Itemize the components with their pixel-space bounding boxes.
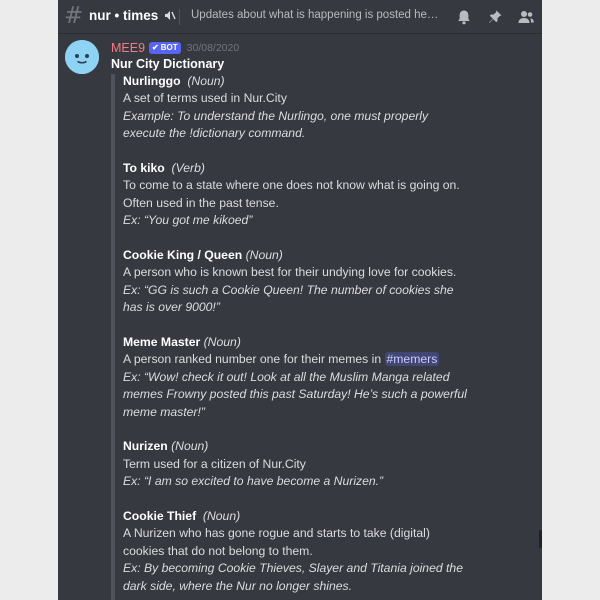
entry-definition: A set of terms used in Nur.City <box>123 91 287 106</box>
entry-definition: A Nurizen who has gone rogue and starts … <box>123 526 430 541</box>
entry-definition: A person who is known best for their und… <box>123 265 457 280</box>
dictionary-entry: Meme Master (Noun) A person ranked numbe… <box>123 334 533 421</box>
header-divider <box>179 9 180 25</box>
channel-topic[interactable]: Updates about what is happening is poste… <box>191 9 442 21</box>
entry-term: Cookie Thief <box>123 509 197 524</box>
entry-example: meme master!” <box>123 404 205 419</box>
entry-pos: (Noun) <box>245 248 283 263</box>
entry-definition: Term used for a citizen of Nur.City <box>123 456 306 471</box>
entry-example: Example: To understand the Nurlingo, one… <box>123 108 429 123</box>
scrollbar-thumb[interactable] <box>539 530 542 548</box>
entry-term: Cookie King / Queen <box>123 248 243 263</box>
entry-term: Nurlinggo <box>123 74 181 88</box>
channel-mention-memers[interactable]: #memers <box>384 352 440 367</box>
message-timestamp: 30/08/2020 <box>186 42 240 54</box>
avatar-icon[interactable] <box>65 40 99 74</box>
entry-pos: (Noun) <box>187 74 225 88</box>
entry-example: Ex: “Wow! check it out! Look at all the … <box>123 369 450 384</box>
check-icon: ✔ <box>152 43 159 52</box>
entry-pos: (Noun) <box>203 335 241 350</box>
channel-name-text: nur • times <box>89 8 159 23</box>
pin-icon[interactable] <box>485 7 505 27</box>
entry-definition: Often used in the past tense. <box>123 195 279 210</box>
embed-title: Nur City Dictionary <box>111 57 225 71</box>
discord-channel-view: # nur • times Updates about what is happ… <box>58 0 542 600</box>
entry-term: To kiko <box>123 161 165 176</box>
entry-term: Nurizen <box>123 439 168 454</box>
entry-example: Ex: “GG is such a Cookie Queen! The numb… <box>123 282 454 297</box>
dictionary-entry: Cookie King / Queen (Noun) A person who … <box>123 247 533 317</box>
entry-example: Ex: “I am so excited to have become a Nu… <box>123 474 384 489</box>
entry-example: Ex: “You got me kikoed” <box>123 213 253 228</box>
entry-definition: A person ranked number one for their mem… <box>123 352 385 367</box>
entry-term: Meme Master <box>123 335 201 350</box>
deafen-icon <box>165 11 176 20</box>
dictionary-entry: To kiko (Verb) To come to a state where … <box>123 160 533 230</box>
entry-example: has is over 9000!” <box>123 300 220 315</box>
entry-pos: (Verb) <box>171 161 205 176</box>
channel-header: # nur • times Updates about what is happ… <box>58 0 542 34</box>
bot-badge: ✔ BOT <box>149 42 181 54</box>
entry-definition: cookies that do not belong to them. <box>123 543 313 558</box>
entry-example: execute the !dictionary command. <box>123 126 306 141</box>
entry-definition: To come to a state where one does not kn… <box>123 178 460 193</box>
dictionary-entry: Nurizen (Noun) Term used for a citizen o… <box>123 438 533 490</box>
dictionary-entry: Nurlinggo (Noun) A set of terms used in … <box>123 73 533 143</box>
channel-name[interactable]: nur • times <box>89 8 176 23</box>
embed-accent-bar <box>111 74 115 600</box>
entry-pos: (Noun) <box>171 439 209 454</box>
entry-example: memes Frowny posted this past Saturday! … <box>123 387 467 402</box>
bot-badge-label: BOT <box>160 43 178 52</box>
entry-example: Ex: By becoming Cookie Thieves, Slayer a… <box>123 561 463 576</box>
entry-example: dark side, where the Nur no longer shine… <box>123 578 352 593</box>
dictionary-entry: Cookie Thief (Noun) A Nurizen who has go… <box>123 508 533 595</box>
members-icon[interactable] <box>516 7 536 27</box>
embed-description: Nurlinggo (Noun) A set of terms used in … <box>123 73 533 595</box>
bell-icon[interactable] <box>454 7 474 27</box>
message-header: MEE9 ✔ BOT 30/08/2020 <box>111 40 239 56</box>
entry-pos: (Noun) <box>202 509 241 524</box>
author-name[interactable]: MEE9 <box>111 41 145 55</box>
hash-icon: # <box>64 3 84 29</box>
